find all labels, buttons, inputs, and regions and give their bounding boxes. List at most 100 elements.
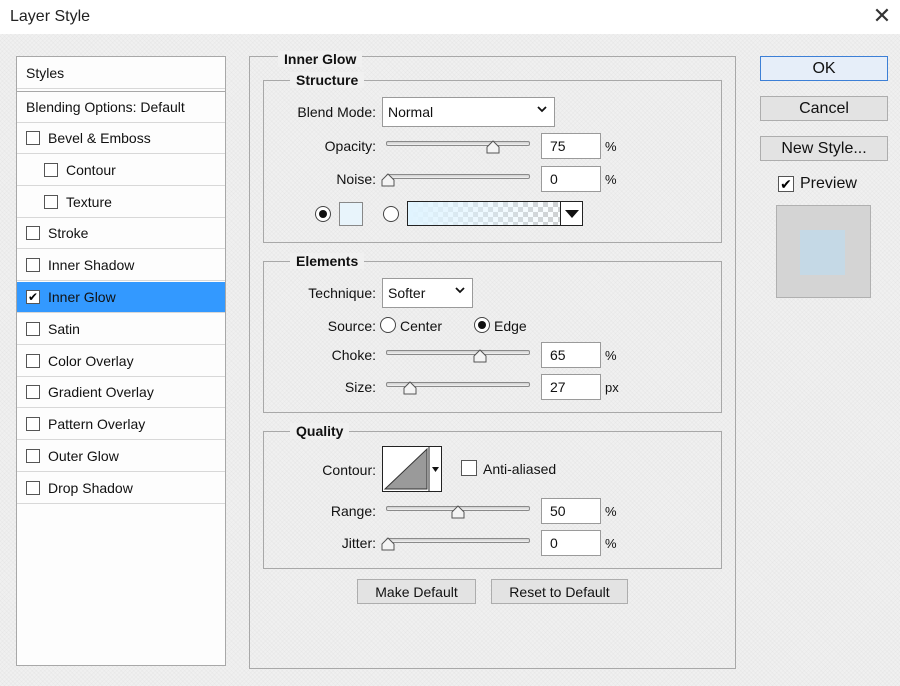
sidebar-item-outer-glow[interactable]: Outer Glow [17, 441, 225, 472]
make-default-button[interactable]: Make Default [357, 579, 476, 604]
sidebar-item-checkbox[interactable] [26, 385, 40, 400]
sidebar-item-color-overlay[interactable]: Color Overlay [17, 346, 225, 377]
noise-slider-thumb[interactable] [381, 173, 395, 187]
sidebar-item-contour[interactable]: Contour [17, 155, 225, 186]
opacity-slider-track[interactable] [386, 141, 530, 146]
sidebar-item-pattern-overlay[interactable]: Pattern Overlay [17, 409, 225, 441]
preview-swatch [800, 230, 845, 275]
sidebar-item-label: Outer Glow [48, 448, 119, 464]
sidebar-item-checkbox[interactable] [44, 194, 58, 209]
sidebar-item-checkbox[interactable] [26, 290, 40, 304]
glow-color-swatch[interactable] [339, 202, 363, 226]
quality-title: Quality [290, 423, 350, 439]
range-input[interactable]: 50 [541, 498, 601, 524]
noise-slider-track[interactable] [386, 174, 530, 179]
size-input[interactable]: 27 [541, 374, 601, 400]
size-unit: px [605, 380, 619, 395]
sidebar-item-label: Bevel & Emboss [48, 130, 151, 146]
cancel-button[interactable]: Cancel [760, 96, 888, 121]
sidebar-item-checkbox[interactable] [26, 131, 40, 145]
preview-label: Preview [800, 175, 857, 192]
contour-picker[interactable] [382, 446, 442, 492]
sidebar-item-drop-shadow[interactable]: Drop Shadow [17, 473, 225, 504]
sidebar-item-inner-shadow[interactable]: Inner Shadow [17, 250, 225, 282]
choke-slider-thumb[interactable] [473, 349, 487, 363]
solid-color-radio[interactable] [315, 206, 331, 222]
styles-sidebar: Styles Blending Options: Default Bevel &… [16, 56, 226, 666]
choke-slider-track[interactable] [386, 350, 530, 355]
opacity-label: Opacity: [324, 138, 376, 154]
sidebar-item-bevel-emboss[interactable]: Bevel & Emboss [17, 123, 225, 154]
opacity-input[interactable]: 75 [541, 133, 601, 159]
sidebar-item-label: Drop Shadow [48, 479, 133, 496]
sidebar-item-checkbox[interactable] [26, 226, 40, 241]
blend-mode-label: Blend Mode: [297, 104, 376, 120]
sidebar-item-checkbox[interactable] [26, 449, 40, 463]
contour-label: Contour: [322, 462, 376, 478]
sidebar-header-styles[interactable]: Styles [17, 57, 225, 89]
blend-mode-value: Normal [388, 104, 434, 120]
sidebar-item-label: Pattern Overlay [48, 416, 146, 433]
sidebar-item-satin[interactable]: Satin [17, 314, 225, 345]
noise-unit: % [605, 172, 617, 187]
gradient-dropdown[interactable] [560, 202, 582, 225]
window-title: Layer Style [10, 8, 91, 25]
technique-select[interactable]: Softer [382, 278, 473, 308]
sidebar-item-checkbox[interactable] [26, 258, 40, 273]
panel-title: Inner Glow [278, 51, 363, 67]
sidebar-item-gradient-overlay[interactable]: Gradient Overlay [17, 377, 225, 409]
noise-input[interactable]: 0 [541, 166, 601, 192]
anti-aliased-checkbox[interactable] [461, 460, 477, 476]
sidebar-item-checkbox[interactable] [26, 321, 40, 336]
sidebar-item-checkbox[interactable] [26, 353, 40, 368]
range-label: Range: [330, 503, 376, 519]
ok-button[interactable]: OK [760, 56, 888, 81]
sidebar-blending-options[interactable]: Blending Options: Default [17, 91, 225, 123]
close-icon[interactable]: ✕ [868, 2, 896, 30]
sidebar-item-label: Color Overlay [48, 352, 134, 369]
sidebar-item-checkbox[interactable] [26, 480, 40, 495]
new-style-button[interactable]: New Style... [760, 136, 888, 161]
sidebar-blending-label: Blending Options: Default [26, 99, 185, 115]
gradient-radio[interactable] [383, 206, 399, 222]
source-center-radio[interactable] [380, 317, 396, 333]
size-slider-thumb[interactable] [403, 381, 417, 395]
source-edge-radio[interactable] [474, 317, 490, 333]
sidebar-item-stroke[interactable]: Stroke [17, 218, 225, 250]
sidebar-item-inner-glow[interactable]: Inner Glow [17, 282, 225, 313]
sidebar-item-label: Stroke [48, 225, 89, 242]
jitter-input[interactable]: 0 [541, 530, 601, 556]
jitter-label: Jitter: [341, 535, 376, 551]
gradient-picker[interactable] [407, 201, 583, 226]
blend-mode-select[interactable]: Normal [382, 97, 555, 127]
size-label: Size: [344, 379, 376, 395]
title-bar [0, 0, 900, 34]
range-unit: % [605, 504, 617, 519]
choke-input[interactable]: 65 [541, 342, 601, 368]
preview-thumbnail [776, 205, 871, 298]
technique-value: Softer [388, 285, 426, 301]
sidebar-item-checkbox[interactable] [44, 162, 58, 177]
source-label: Source: [327, 318, 376, 334]
sidebar-item-texture[interactable]: Texture [17, 187, 225, 218]
sidebar-item-checkbox[interactable] [26, 417, 40, 432]
sidebar-item-label: Texture [66, 193, 112, 210]
sidebar-item-label: Contour [66, 161, 116, 178]
source-center-label: Center [400, 318, 443, 334]
chevron-down-icon [454, 284, 466, 299]
jitter-slider-thumb[interactable] [381, 537, 395, 551]
opacity-slider-thumb[interactable] [486, 140, 500, 154]
anti-aliased-label: Anti-aliased [483, 461, 557, 477]
technique-label: Technique: [308, 285, 376, 301]
preview-checkbox[interactable] [778, 176, 794, 192]
sidebar-item-label: Gradient Overlay [48, 384, 154, 401]
elements-title: Elements [290, 253, 365, 269]
range-slider-thumb[interactable] [451, 505, 465, 519]
choke-unit: % [605, 348, 617, 363]
opacity-unit: % [605, 139, 617, 154]
jitter-unit: % [605, 536, 617, 551]
sidebar-item-label: Satin [48, 320, 80, 337]
jitter-slider-track[interactable] [386, 538, 530, 543]
reset-to-default-button[interactable]: Reset to Default [491, 579, 628, 604]
sidebar-item-label: Inner Shadow [48, 257, 135, 274]
